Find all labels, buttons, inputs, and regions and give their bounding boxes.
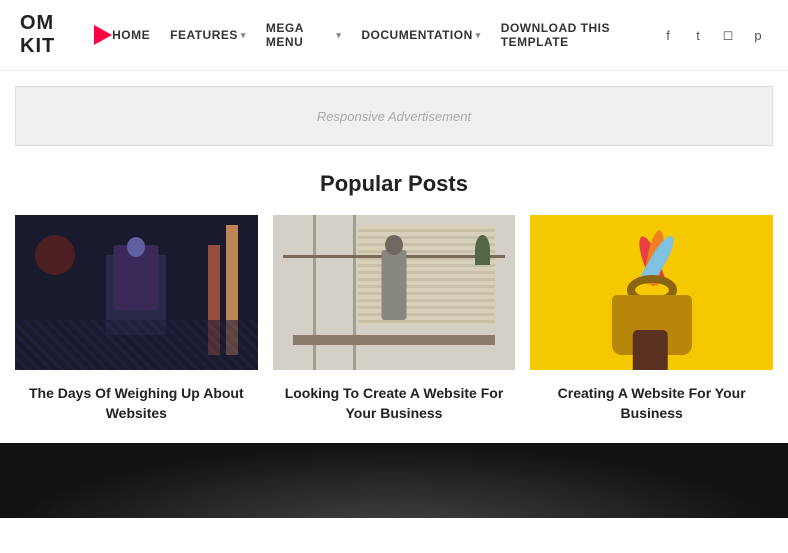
ad-banner: Responsive Advertisement: [15, 86, 773, 146]
post-thumbnail-3: [530, 215, 773, 370]
chevron-down-icon: ▾: [241, 30, 246, 41]
ad-text: Responsive Advertisement: [317, 109, 471, 124]
post-title-2: Looking To Create A Website For Your Bus…: [273, 384, 516, 423]
footer-dark: [0, 443, 788, 518]
chevron-down-icon: ▾: [476, 30, 481, 41]
nav-download[interactable]: DOWNLOAD THIS TEMPLATE: [501, 21, 658, 49]
logo-text: OM KIT: [20, 12, 90, 58]
logo-play-icon: [94, 25, 112, 45]
pinterest-icon[interactable]: p: [748, 25, 768, 45]
footer-overlay: [0, 443, 788, 518]
logo[interactable]: OM KIT: [20, 12, 112, 58]
post-card-2[interactable]: Looking To Create A Website For Your Bus…: [273, 215, 516, 423]
popular-posts-section: Popular Posts The Days Of Weighing Up Ab…: [0, 161, 788, 443]
post-image-1: [15, 215, 258, 370]
nav-documentation[interactable]: DOCUMENTATION ▾: [361, 28, 480, 42]
posts-grid: The Days Of Weighing Up About Websites L…: [15, 215, 773, 423]
post-thumbnail-2: [273, 215, 516, 370]
nav-mega-menu[interactable]: MEGA MENU ▾: [266, 21, 341, 49]
post-title-3: Creating A Website For Your Business: [530, 384, 773, 423]
post-thumbnail-1: [15, 215, 258, 370]
post-title-1: The Days Of Weighing Up About Websites: [15, 384, 258, 423]
nav-home[interactable]: HOME: [112, 28, 150, 42]
instagram-icon[interactable]: ◻: [718, 25, 738, 45]
facebook-icon[interactable]: f: [658, 25, 678, 45]
section-title: Popular Posts: [15, 171, 773, 197]
twitter-icon[interactable]: t: [688, 25, 708, 45]
post-image-2: [273, 215, 516, 370]
social-icons: f t ◻ p: [658, 25, 768, 45]
main-nav: HOME FEATURES ▾ MEGA MENU ▾ DOCUMENTATIO…: [112, 21, 658, 49]
nav-features[interactable]: FEATURES ▾: [170, 28, 246, 42]
header: OM KIT HOME FEATURES ▾ MEGA MENU ▾ DOCUM…: [0, 0, 788, 71]
chevron-down-icon: ▾: [336, 30, 341, 41]
post-card-1[interactable]: The Days Of Weighing Up About Websites: [15, 215, 258, 423]
post-card-3[interactable]: Creating A Website For Your Business: [530, 215, 773, 423]
post-image-3: [530, 215, 773, 370]
